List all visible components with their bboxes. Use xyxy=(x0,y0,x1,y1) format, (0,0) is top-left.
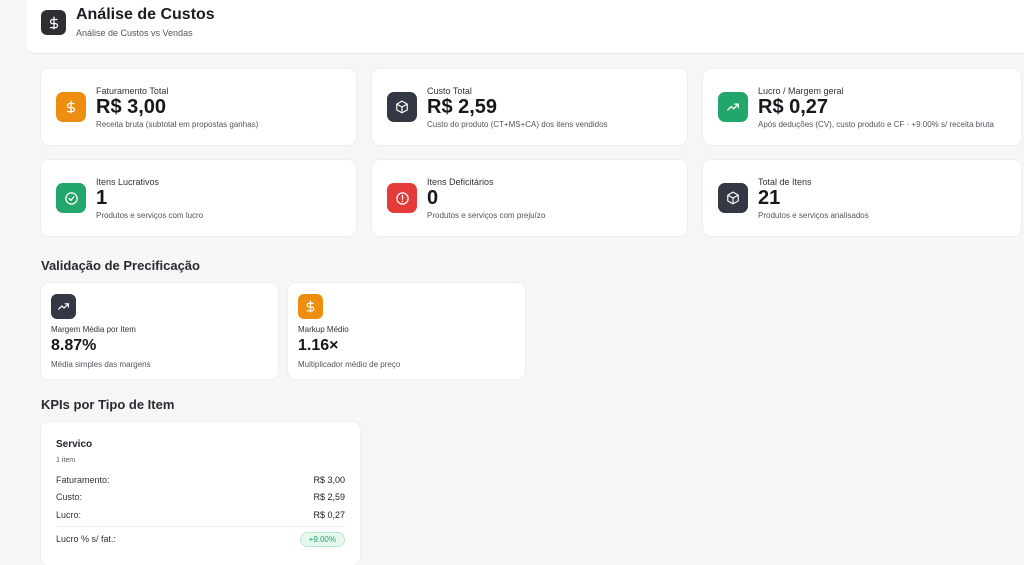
kpi-label: Itens Lucrativos xyxy=(96,177,160,187)
kpi-description: Produtos e serviços analisados xyxy=(758,211,869,220)
alert-circle-icon xyxy=(387,183,417,213)
type-row-custo: Custo: R$ 2,59 xyxy=(56,492,345,502)
kpi-card-faturamento: Faturamento Total R$ 3,00 Receita bruta … xyxy=(41,69,356,145)
divider xyxy=(56,526,345,527)
row-value: R$ 2,59 xyxy=(313,492,345,502)
kpi-value: R$ 3,00 xyxy=(96,96,167,118)
kpi-value: R$ 0,27 xyxy=(758,96,829,118)
kpi-card-total-itens: Total de Itens 21 Produtos e serviços an… xyxy=(703,160,1021,236)
box-icon xyxy=(387,92,417,122)
kpi-value: 1 xyxy=(96,187,108,209)
validation-card-markup: Markup Médio 1.16× Multiplicador médio d… xyxy=(288,283,525,379)
kpi-description: Produtos e serviços com lucro xyxy=(96,211,204,220)
dollar-icon xyxy=(41,10,66,35)
row-label: Lucro % s/ fat.: xyxy=(56,534,117,544)
kpi-label: Custo Total xyxy=(427,86,472,96)
kpi-card-custo: Custo Total R$ 2,59 Custo do produto (CT… xyxy=(372,69,687,145)
margin-badge: +9.00% xyxy=(299,532,345,547)
kpi-card-lucro: Lucro / Margem geral R$ 0,27 Após deduçõ… xyxy=(703,69,1021,145)
kpi-description: Produtos e serviços com prejuízo xyxy=(427,211,546,220)
section-title-validacao: Validação de Precificação xyxy=(41,258,200,273)
type-name: Servico xyxy=(56,439,93,450)
row-label: Faturamento: xyxy=(56,475,110,485)
validation-description: Média simples das margens xyxy=(51,360,151,369)
kpi-label: Lucro / Margem geral xyxy=(758,86,844,96)
validation-label: Margem Média por Item xyxy=(51,325,136,334)
type-card-servico: Servico 1 item Faturamento: R$ 3,00 Cust… xyxy=(41,422,360,565)
row-label: Lucro: xyxy=(56,510,82,520)
page-subtitle: Análise de Custos vs Vendas xyxy=(76,28,193,38)
page-title: Análise de Custos xyxy=(76,6,215,23)
kpi-value: R$ 2,59 xyxy=(427,96,498,118)
trending-up-icon xyxy=(51,294,76,319)
kpi-label: Itens Deficitários xyxy=(427,177,494,187)
dollar-icon xyxy=(56,92,86,122)
kpi-card-itens-deficitarios: Itens Deficitários 0 Produtos e serviços… xyxy=(372,160,687,236)
validation-card-margem: Margem Média por Item 8.87% Média simple… xyxy=(41,283,278,379)
kpi-description: Receita bruta (subtotal em propostas gan… xyxy=(96,120,259,129)
type-row-lucro: Lucro: R$ 0,27 xyxy=(56,510,345,520)
section-title-kpis-tipo: KPIs por Tipo de Item xyxy=(41,397,175,412)
kpi-label: Total de Itens xyxy=(758,177,812,187)
row-label: Custo: xyxy=(56,492,83,502)
validation-value: 1.16× xyxy=(298,337,339,354)
type-item-count: 1 item xyxy=(56,457,76,464)
row-value: R$ 0,27 xyxy=(313,510,345,520)
trending-up-icon xyxy=(718,92,748,122)
dollar-icon xyxy=(298,294,323,319)
row-value: R$ 3,00 xyxy=(313,475,345,485)
type-row-faturamento: Faturamento: R$ 3,00 xyxy=(56,475,345,485)
page-header: Análise de Custos Análise de Custos vs V… xyxy=(26,0,1024,54)
kpi-value: 21 xyxy=(758,187,781,209)
kpi-label: Faturamento Total xyxy=(96,86,169,96)
validation-value: 8.87% xyxy=(51,337,97,354)
validation-description: Multiplicador médio de preço xyxy=(298,360,401,369)
kpi-description: Após deduções (CV), custo produto e CF ·… xyxy=(758,120,994,129)
kpi-value: 0 xyxy=(427,187,439,209)
kpi-description: Custo do produto (CT+MS+CA) dos itens ve… xyxy=(427,120,608,129)
validation-label: Markup Médio xyxy=(298,325,349,334)
box-icon xyxy=(718,183,748,213)
kpi-card-itens-lucrativos: Itens Lucrativos 1 Produtos e serviços c… xyxy=(41,160,356,236)
check-circle-icon xyxy=(56,183,86,213)
